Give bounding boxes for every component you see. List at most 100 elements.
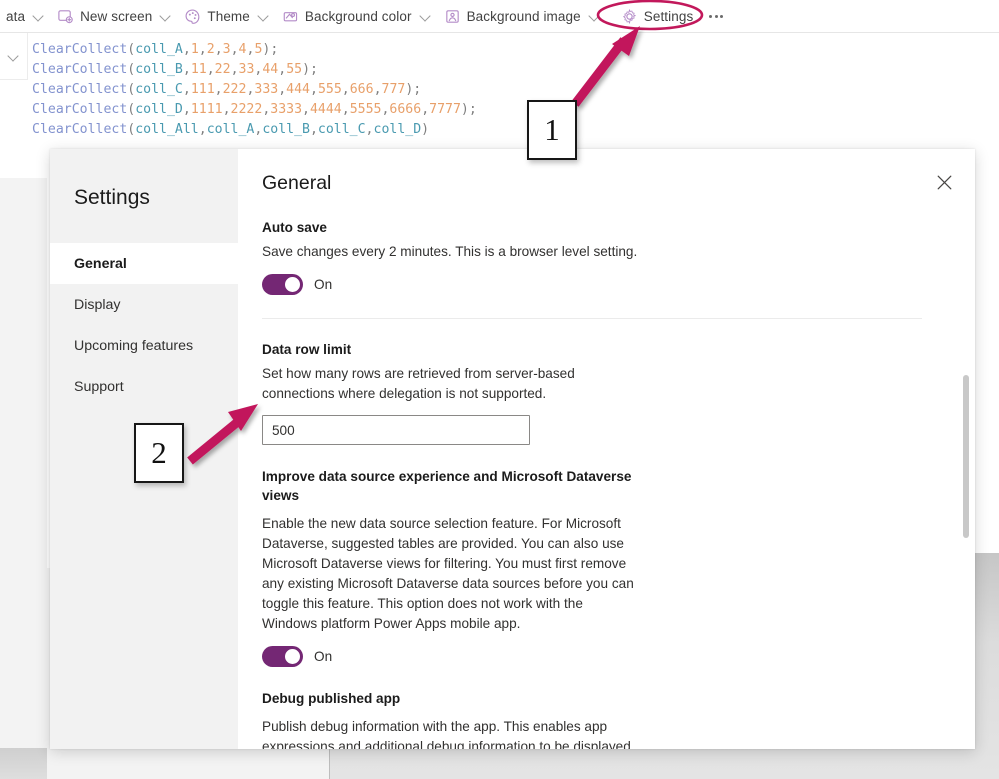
toolbar-item-data[interactable]: ata [0,0,51,33]
toolbar-item-data-label: ata [6,8,26,24]
formula-token: 44 [262,62,279,77]
toolbar-item-settings[interactable]: Settings [607,0,700,33]
formula-token: 2222 [230,102,263,117]
formula-code[interactable]: ClearCollect(coll_A,1,2,3,4,5); ClearColl… [32,40,477,140]
improve-data-source-toggle[interactable] [262,646,303,667]
formula-line: ClearCollect(coll_C,111,222,333,444,555,… [32,80,477,100]
formula-token: ); [302,62,318,77]
chevron-down-icon [8,50,20,62]
section-data-row-limit: Data row limit Set how many rows are ret… [262,340,975,445]
chevron-down-icon [589,10,601,22]
formula-token: coll_C [317,122,366,137]
formula-line: ClearCollect(coll_All,coll_A,coll_B,coll… [32,120,477,140]
formula-token: 6666 [389,102,422,117]
formula-token: 7777 [429,102,461,117]
sidebar-item-support[interactable]: Support [50,366,238,407]
sidebar-item-display[interactable]: Display [50,284,238,325]
formula-token: coll_D [373,122,422,137]
formula-token: , [230,62,239,77]
section-description: Enable the new data source selection fea… [262,516,634,631]
formula-token: , [341,102,350,117]
background-color-icon [282,8,299,25]
toolbar-item-background-color[interactable]: Background color [276,0,438,33]
toolbar-item-new-screen[interactable]: New screen [51,0,178,33]
toolbar-item-settings-label: Settings [643,8,694,24]
formula-token: 555 [317,82,342,97]
formula-token: ); [405,82,422,97]
formula-token: , [206,62,215,77]
improve-data-source-toggle-state: On [314,649,333,664]
formula-token: ); [460,102,477,117]
toggle-knob [284,649,300,664]
overflow-dot [714,14,718,18]
section-description: Save changes every 2 minutes. This is a … [262,244,638,259]
chevron-down-icon [33,10,45,22]
section-title: Debug published app [262,691,401,706]
annotation-marker-2-label: 2 [151,435,167,470]
formula-token: 5555 [349,102,382,117]
formula-token: ClearCollect [32,122,128,137]
formula-token: 3 [222,42,231,57]
formula-expand-button[interactable] [0,33,28,80]
section-debug-published-app: Debug published app Publish debug inform… [262,689,975,749]
toolbar-item-theme[interactable]: Theme [178,0,276,33]
formula-token: , [230,42,239,57]
formula-token: 22 [214,62,231,77]
sidebar-item-upcoming-features[interactable]: Upcoming features [50,325,238,366]
formula-token: 333 [254,82,279,97]
sidebar-item-label: Display [74,296,121,313]
settings-dialog: Settings General Display Upcoming featur… [50,149,975,749]
toolbar-item-new-screen-label: New screen [80,8,153,24]
formula-line: ClearCollect(coll_D,1111,2222,3333,4444,… [32,100,477,120]
formula-token: , [214,42,223,57]
formula-token: , [198,42,207,57]
formula-token: coll_B [135,62,183,77]
formula-token: , [222,102,231,117]
sidebar-item-label: Upcoming features [74,337,194,354]
formula-token: 3333 [270,102,303,117]
formula-token: coll_A [135,42,183,57]
section-description: Publish debug information with the app. … [262,719,631,749]
toolbar-overflow-button[interactable] [699,0,733,33]
formula-token: coll_A [206,122,255,137]
formula-token: 4 [238,42,247,57]
sidebar-item-general[interactable]: General [50,243,238,284]
toolbar-item-background-image[interactable]: Background image [438,0,607,33]
formula-token: 666 [349,82,374,97]
formula-token: , [373,82,382,97]
overflow-dot [709,14,713,18]
settings-body: General Auto save Save changes every 2 m… [238,149,975,749]
annotation-marker-2: 2 [134,423,184,483]
sidebar-item-label: General [74,255,127,272]
settings-scroll-region[interactable]: General Auto save Save changes every 2 m… [238,149,975,749]
section-description: Set how many rows are retrieved from ser… [262,366,575,401]
section-auto-save: Auto save Save changes every 2 minutes. … [262,218,975,295]
annotation-marker-1-label: 1 [544,112,560,147]
data-row-limit-input[interactable]: 500 [262,415,530,445]
formula-token: 111 [190,82,215,97]
chevron-down-icon [160,10,172,22]
command-toolbar: ata New screen Theme Background color Ba… [0,0,999,33]
formula-token: , [182,42,191,57]
formula-token: , [214,82,223,97]
formula-token: , [182,82,191,97]
formula-token: coll_All [135,122,199,137]
chevron-down-icon [258,10,270,22]
formula-token: ClearCollect [32,62,128,77]
formula-token: , [341,82,350,97]
formula-token: 4444 [309,102,342,117]
new-screen-icon [57,8,74,25]
formula-token: coll_B [262,122,310,137]
formula-token: , [310,82,318,97]
formula-token: , [309,122,318,137]
auto-save-toggle[interactable] [262,274,303,295]
formula-token: ) [421,122,430,137]
improve-data-source-toggle-row: On [262,646,725,667]
formula-token: , [421,102,430,117]
sidebar-item-label: Support [74,378,124,395]
formula-token: 55 [286,62,303,77]
formula-token: 33 [238,62,255,77]
formula-token: 222 [222,82,247,97]
formula-token: , [278,62,287,77]
formula-token: ClearCollect [32,82,128,97]
